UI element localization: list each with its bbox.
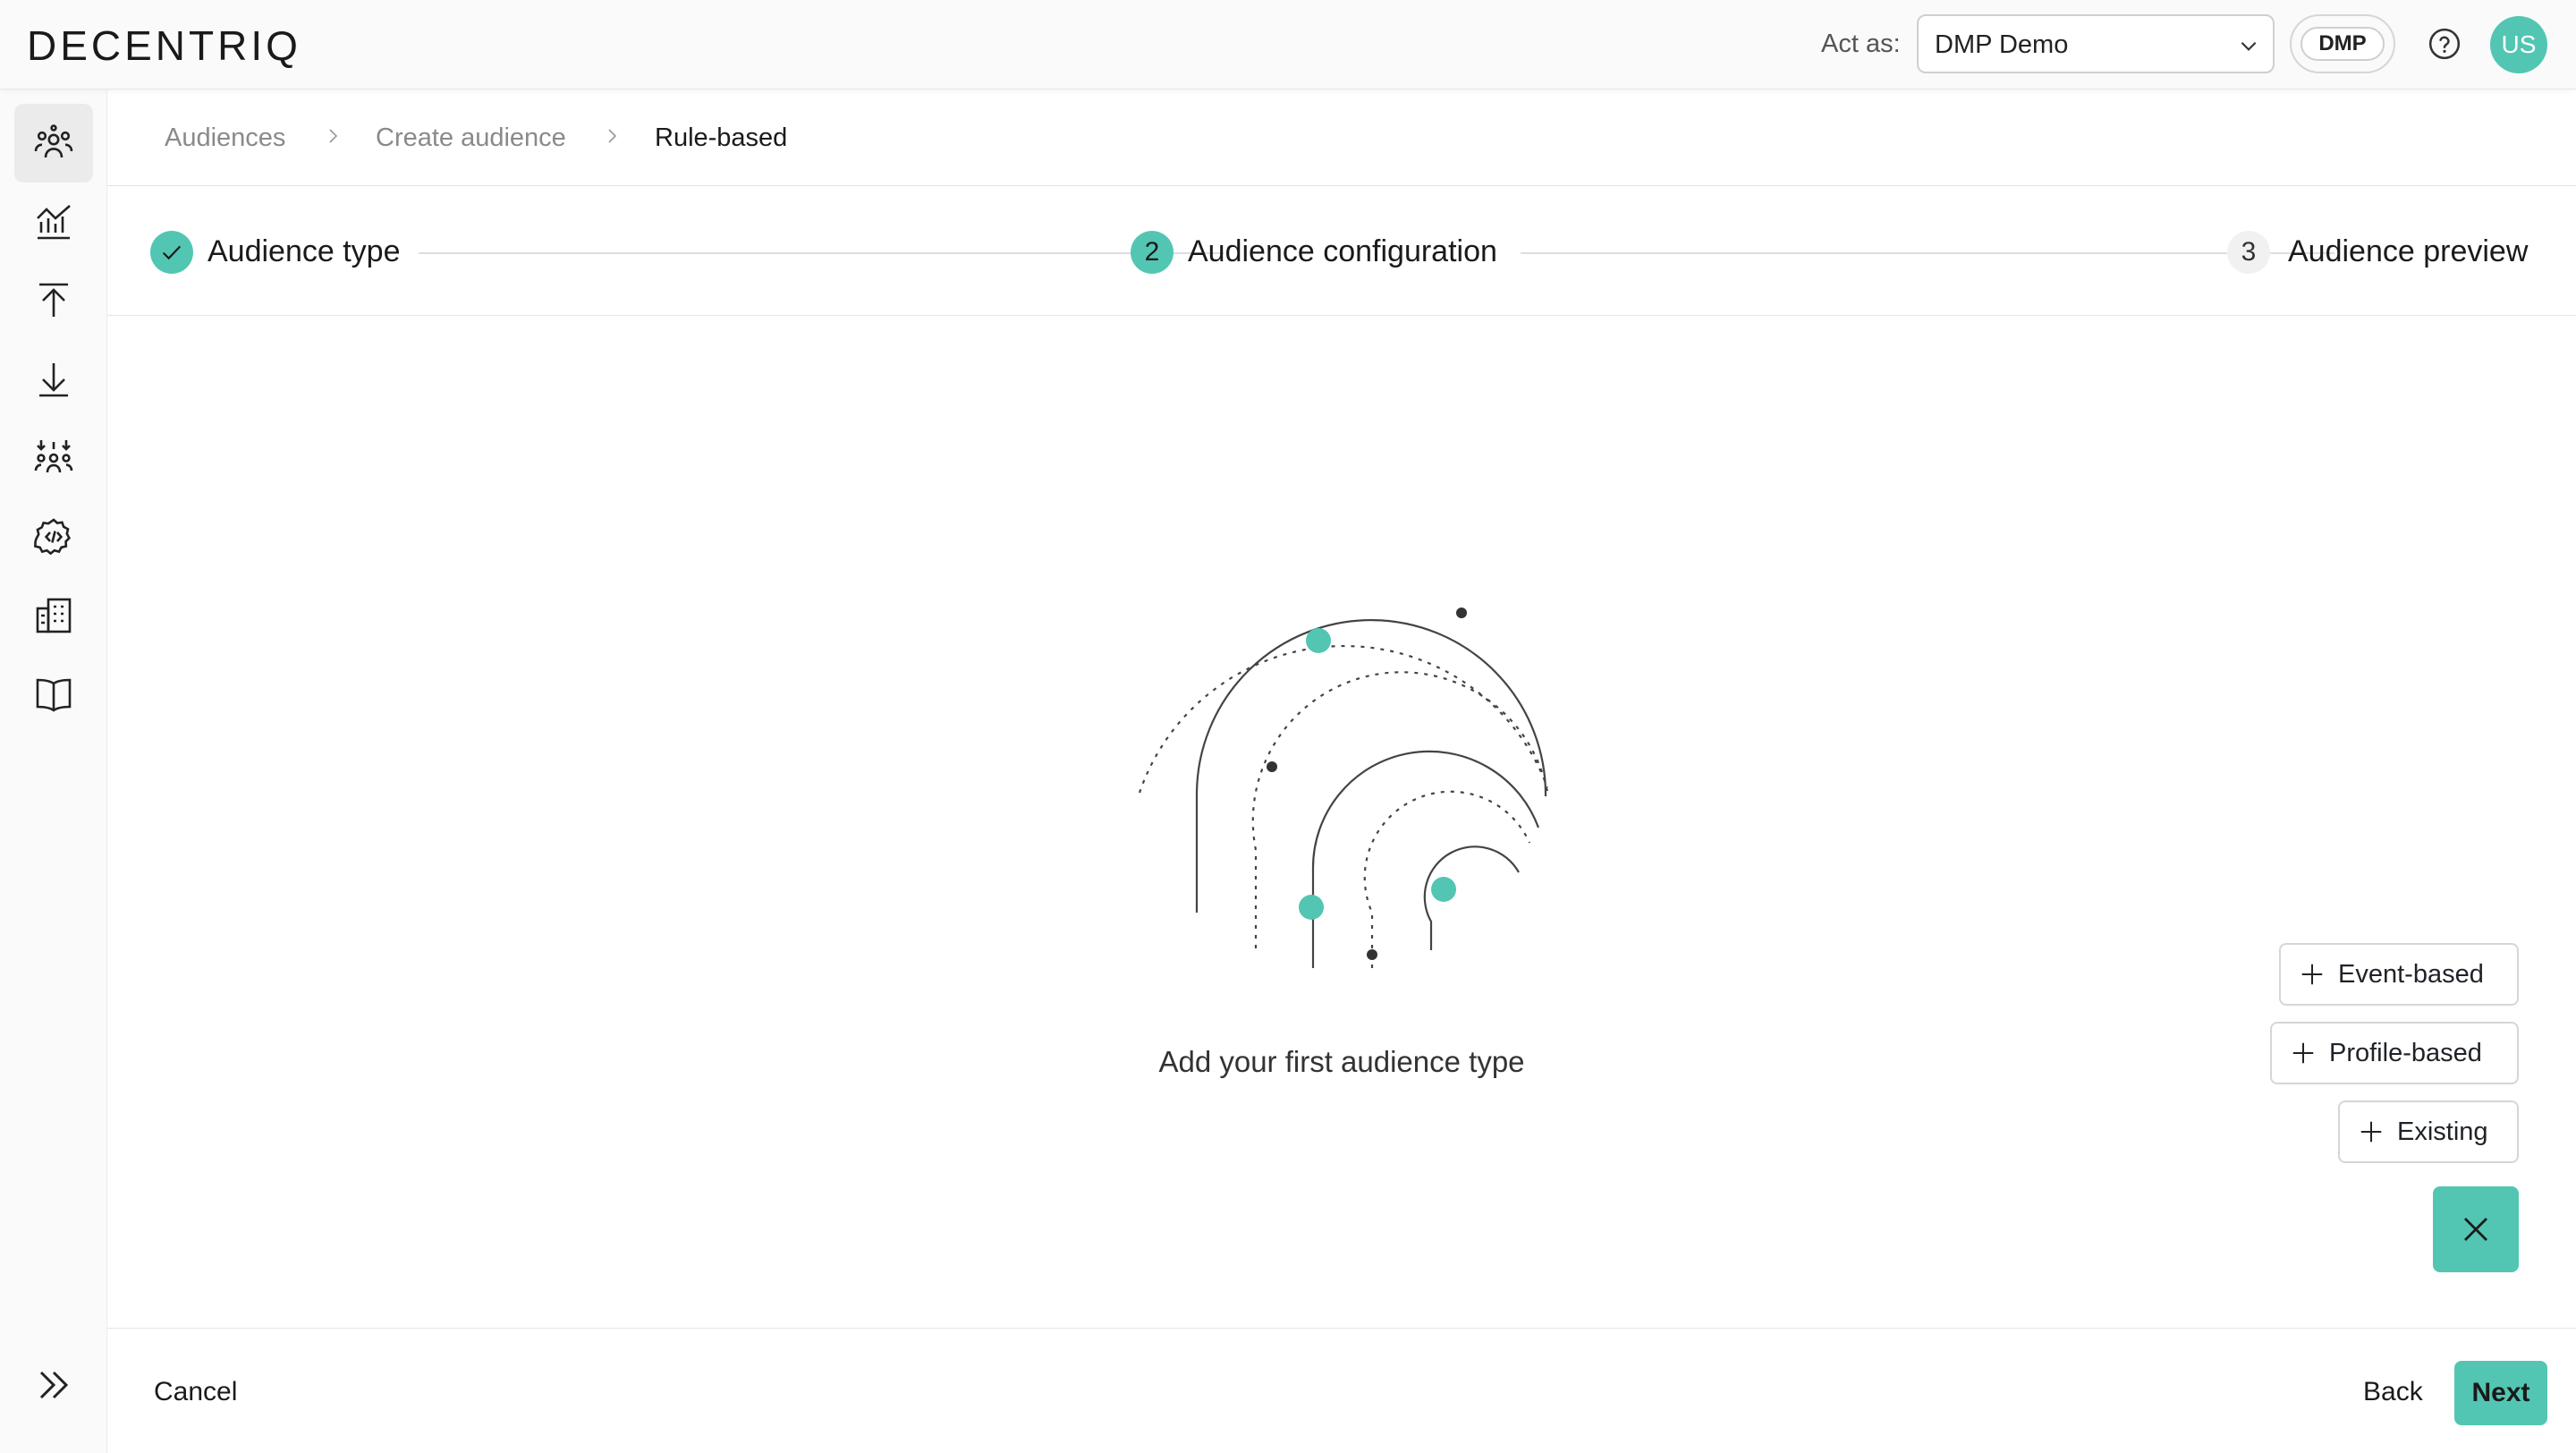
footer-actions: Cancel Back Next xyxy=(107,1328,2576,1453)
close-icon xyxy=(2464,1218,2487,1241)
breadcrumb: Audiences Create audience Rule-based xyxy=(107,89,2576,186)
dmp-toggle[interactable]: DMP xyxy=(2290,14,2395,73)
add-event-based-button[interactable]: Event-based xyxy=(2279,943,2519,1006)
top-header: DECENTRIQ Act as: DMP Demo DMP US xyxy=(0,0,2576,89)
audiences-icon xyxy=(34,124,73,158)
next-button[interactable]: Next xyxy=(2454,1361,2547,1425)
empty-state-illustration xyxy=(1138,608,1549,968)
act-as-select-value: DMP Demo xyxy=(1935,30,2069,59)
organizations-icon xyxy=(36,598,72,633)
sidebar-item-organizations[interactable] xyxy=(14,576,93,655)
step-connector xyxy=(419,252,1224,254)
act-as-label: Act as: xyxy=(1821,30,1901,58)
sidebar-item-developer-settings[interactable] xyxy=(14,497,93,576)
plus-icon xyxy=(2360,1121,2382,1143)
chevron-right-icon xyxy=(329,129,338,143)
upload-icon xyxy=(39,283,68,317)
breadcrumb-create-audience[interactable]: Create audience xyxy=(376,123,566,153)
act-as-select[interactable]: DMP Demo xyxy=(1917,14,2275,73)
check-icon xyxy=(162,245,182,260)
documentation-book-icon xyxy=(36,678,72,712)
add-existing-button[interactable]: Existing xyxy=(2338,1100,2519,1163)
step-2-label: Audience configuration xyxy=(1188,234,1497,268)
close-menu-button[interactable] xyxy=(2433,1186,2519,1272)
insights-chart-icon xyxy=(37,205,71,240)
step-2-number: 2 xyxy=(1131,231,1174,274)
app-logo[interactable]: DECENTRIQ xyxy=(27,21,301,70)
sidebar-item-upload[interactable] xyxy=(14,261,93,340)
step-1-complete xyxy=(150,231,193,274)
sidebar-item-audience-merge[interactable] xyxy=(14,419,93,497)
sidebar-item-audiences[interactable] xyxy=(14,104,93,183)
add-existing-label: Existing xyxy=(2397,1117,2488,1146)
add-profile-based-label: Profile-based xyxy=(2329,1038,2482,1067)
add-event-based-label: Event-based xyxy=(2338,959,2484,989)
cancel-button[interactable]: Cancel xyxy=(154,1377,237,1407)
audience-merge-icon xyxy=(34,440,73,473)
sidebar-item-download[interactable] xyxy=(14,340,93,419)
plus-icon xyxy=(2301,964,2323,985)
help-icon[interactable] xyxy=(2428,27,2462,61)
step-connector xyxy=(1521,252,2334,254)
sidebar-item-insights[interactable] xyxy=(14,183,93,261)
download-icon xyxy=(39,363,68,397)
back-button[interactable]: Back xyxy=(2363,1377,2423,1407)
wizard-stepper: Audience type 2 Audience configuration 3… xyxy=(107,186,2576,316)
plus-icon xyxy=(2292,1042,2314,1064)
step-3-number: 3 xyxy=(2227,231,2270,274)
settings-code-icon xyxy=(34,518,72,556)
empty-state-message: Add your first audience type xyxy=(1158,1045,1525,1078)
user-avatar[interactable]: US xyxy=(2490,16,2547,73)
step-1-label: Audience type xyxy=(208,234,401,268)
dmp-badge: DMP xyxy=(2301,27,2385,61)
chevron-right-icon xyxy=(608,129,617,143)
add-profile-based-button[interactable]: Profile-based xyxy=(2270,1022,2519,1084)
sidebar xyxy=(0,89,107,1453)
chevron-down-icon xyxy=(2241,41,2257,51)
double-chevron-right-icon xyxy=(39,1371,69,1399)
sidebar-expand-button[interactable] xyxy=(14,1346,93,1424)
breadcrumb-rule-based: Rule-based xyxy=(655,123,788,152)
step-3-label: Audience preview xyxy=(2288,234,2529,268)
sidebar-item-documentation[interactable] xyxy=(14,655,93,734)
breadcrumb-audiences[interactable]: Audiences xyxy=(165,123,285,153)
